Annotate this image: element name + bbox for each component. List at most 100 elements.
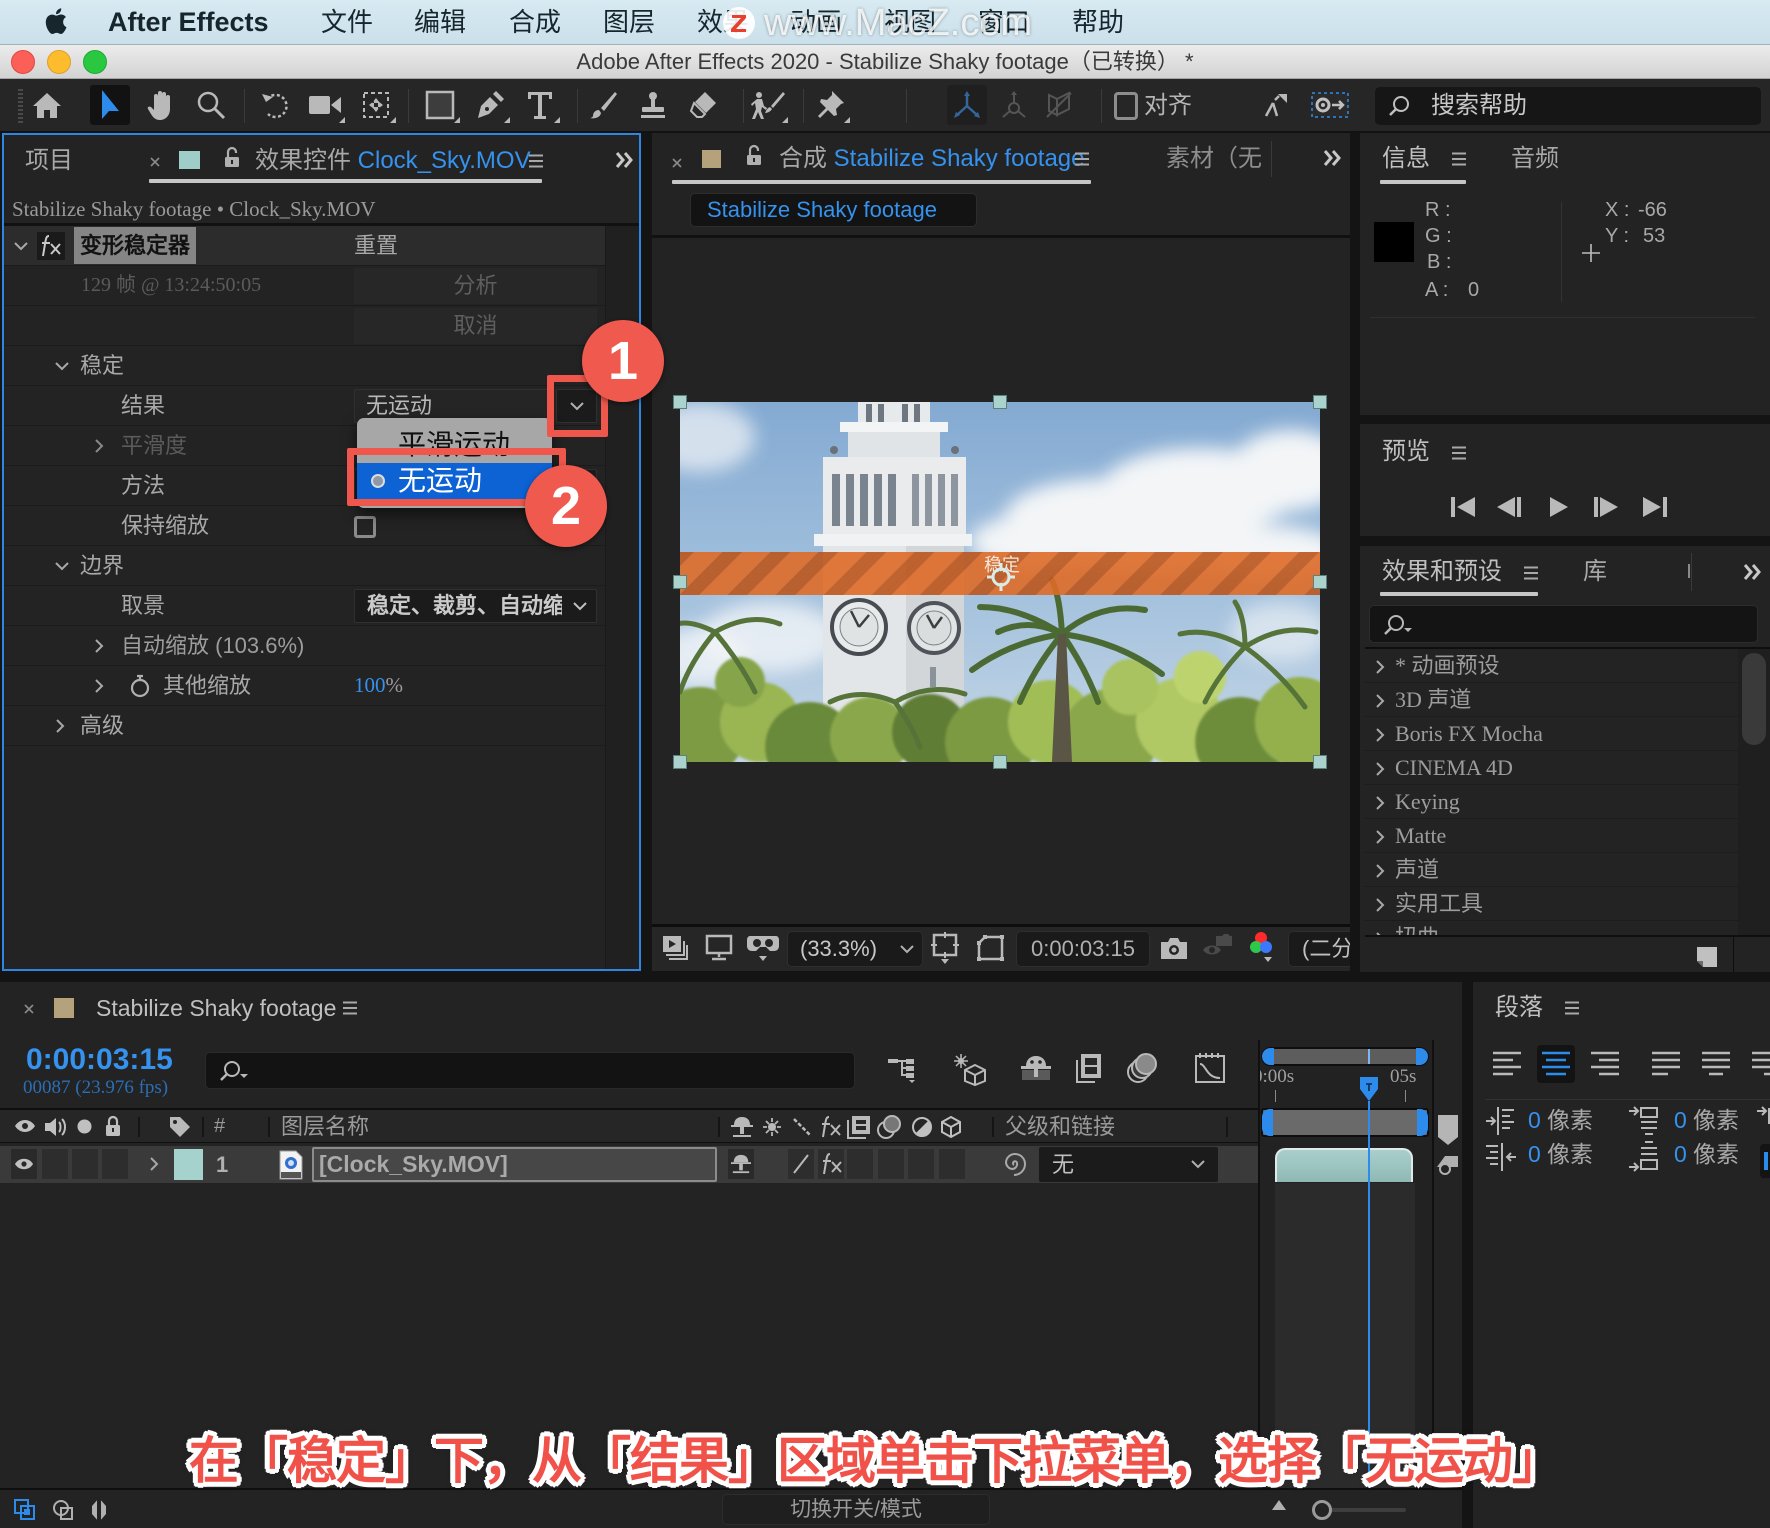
timeline-zoom-slider-knob[interactable] [1312, 1500, 1332, 1520]
new-preset-icon[interactable] [1697, 943, 1721, 967]
lock-icon[interactable] [105, 1115, 121, 1137]
hand-tool[interactable] [141, 85, 181, 125]
camera-tool[interactable] [305, 85, 345, 125]
expand-chevron-icon[interactable] [55, 362, 69, 371]
last-frame-button[interactable] [1642, 495, 1668, 519]
time-navigator[interactable] [1261, 1047, 1429, 1066]
tab-preview[interactable]: 预览 [1382, 437, 1430, 467]
effects-category-item[interactable]: Boris FX Mocha [1365, 717, 1738, 751]
panel-menu-icon[interactable] [1074, 152, 1090, 166]
pen-tool[interactable] [470, 85, 510, 125]
layer-quality-switch[interactable] [788, 1149, 814, 1179]
clone-stamp-tool[interactable] [633, 85, 673, 125]
world-axis-mode[interactable] [994, 85, 1034, 125]
tab-library[interactable]: 库 [1583, 557, 1607, 587]
graph-editor-icon[interactable] [1194, 1052, 1226, 1084]
preserve-scale-checkbox[interactable] [354, 516, 376, 538]
justify-last-left-button[interactable] [1647, 1045, 1685, 1083]
justify-last-right-button[interactable] [1747, 1045, 1770, 1083]
eraser-tool[interactable] [683, 85, 723, 125]
tab-timeline-comp[interactable]: Stabilize Shaky footage [96, 993, 336, 1023]
menu-layer[interactable]: 图层 [603, 5, 655, 39]
rectangle-tool[interactable] [420, 85, 460, 125]
menu-app-name[interactable]: After Effects [108, 5, 269, 39]
space-after-value[interactable]: 0 [1674, 1140, 1687, 1168]
layer-frame-blend-switch[interactable] [847, 1149, 873, 1179]
expand-layer-chevron-icon[interactable] [150, 1157, 159, 1171]
anchor-point-target-icon[interactable] [987, 562, 1015, 592]
menu-help[interactable]: 帮助 [1072, 5, 1124, 39]
align-center-button[interactable] [1537, 1045, 1575, 1083]
parent-link-header[interactable]: 父级和链接 [1005, 1110, 1115, 1143]
expand-chevron-icon[interactable] [95, 439, 104, 453]
layer-search-input[interactable] [205, 1052, 855, 1089]
space-before-value[interactable]: 0 [1674, 1106, 1687, 1134]
transform-handle-bottom[interactable] [993, 755, 1007, 769]
close-tab-icon[interactable] [671, 157, 683, 169]
local-axis-mode[interactable] [947, 85, 987, 125]
effects-list-scrollbar[interactable] [1738, 649, 1770, 935]
expand-chevron-icon[interactable] [95, 639, 104, 653]
align-right-button[interactable] [1586, 1045, 1624, 1083]
transfer-controls-toggle-icon[interactable] [52, 1499, 74, 1521]
tab-composition[interactable]: 合成 Stabilize Shaky footage [779, 144, 1085, 174]
motion-blur-switch-icon[interactable] [876, 1114, 902, 1140]
monitor-icon[interactable] [705, 934, 733, 961]
menu-edit[interactable]: 编辑 [414, 5, 466, 39]
transform-handle-right[interactable] [1313, 575, 1327, 589]
comp-marker-bin-icon[interactable] [1437, 1114, 1459, 1146]
layer-label-swatch[interactable] [174, 1149, 203, 1180]
indent-left-value[interactable]: 0 [1528, 1106, 1541, 1134]
layer-in-point-icon[interactable] [1435, 1153, 1459, 1177]
close-tab-icon[interactable] [23, 1003, 35, 1015]
zoom-tool[interactable] [191, 85, 231, 125]
additional-scale-value[interactable]: 100 [354, 673, 386, 697]
layer-shy-switch[interactable] [728, 1149, 754, 1179]
panel-menu-icon[interactable] [342, 1001, 358, 1015]
expand-chevron-icon[interactable] [95, 679, 104, 693]
work-area-bar[interactable] [1261, 1108, 1429, 1137]
justify-last-center-button[interactable] [1697, 1045, 1735, 1083]
panel-menu-icon[interactable] [1451, 152, 1467, 166]
frame-blending-icon[interactable] [1075, 1052, 1103, 1084]
previous-frame-button[interactable] [1496, 495, 1522, 519]
always-preview-icon[interactable] [662, 935, 690, 961]
paragraph-direction-toggle[interactable] [1760, 1144, 1770, 1178]
panel-menu-icon[interactable] [1564, 1001, 1580, 1015]
snapping-toggle[interactable]: 对齐 [1114, 92, 1192, 120]
lock-open-icon[interactable] [224, 146, 240, 168]
analyze-button[interactable]: 分析 [354, 268, 597, 304]
adjustment-layer-icon[interactable] [911, 1116, 933, 1138]
transform-handle-bottom-right[interactable] [1313, 755, 1327, 769]
pick-whip-spiral-icon[interactable] [1002, 1152, 1027, 1177]
menu-window[interactable]: 窗口 [978, 5, 1030, 39]
menu-view[interactable]: 视图 [884, 5, 936, 39]
menu-file[interactable]: 文件 [321, 5, 373, 39]
magnification-dropdown[interactable]: (33.3%) [787, 931, 923, 967]
frame-blend-switch-icon[interactable] [847, 1115, 871, 1139]
in-out-duration-toggle-icon[interactable] [90, 1497, 108, 1523]
framing-dropdown[interactable]: 稳定、裁剪、自动缩 [354, 589, 597, 623]
auto-scale-row[interactable]: 自动缩放 (103.6%) [4, 626, 605, 666]
scrollbar-thumb[interactable] [1742, 653, 1766, 745]
effects-category-item[interactable]: 实用工具 [1365, 887, 1738, 921]
transform-handle-top-right[interactable] [1313, 395, 1327, 409]
selection-tool[interactable] [90, 85, 130, 125]
navigator-end-handle[interactable] [1416, 1048, 1428, 1065]
layer-name-header[interactable]: 图层名称 [281, 1110, 369, 1143]
cancel-button[interactable]: 取消 [354, 308, 597, 344]
collapse-transform-icon[interactable] [762, 1117, 782, 1137]
puppet-pin-tool[interactable] [810, 85, 850, 125]
tab-effects-presets[interactable]: 效果和预设 [1382, 557, 1502, 587]
solo-dot-icon[interactable] [77, 1119, 92, 1134]
layer-duration-bar[interactable] [1275, 1148, 1413, 1182]
effects-category-item[interactable]: 声道 [1365, 853, 1738, 887]
navigator-start-handle[interactable] [1262, 1048, 1274, 1065]
align-left-button[interactable] [1488, 1045, 1526, 1083]
panel-menu-icon[interactable] [1523, 566, 1539, 580]
expand-chevron-icon[interactable] [56, 719, 65, 733]
stabilization-group[interactable]: 稳定 [4, 346, 605, 386]
effects-category-item[interactable]: * 动画预设 [1365, 649, 1738, 683]
current-time-display[interactable]: 0:00:03:15 [1016, 931, 1150, 967]
vr-goggles-icon[interactable] [747, 933, 779, 963]
